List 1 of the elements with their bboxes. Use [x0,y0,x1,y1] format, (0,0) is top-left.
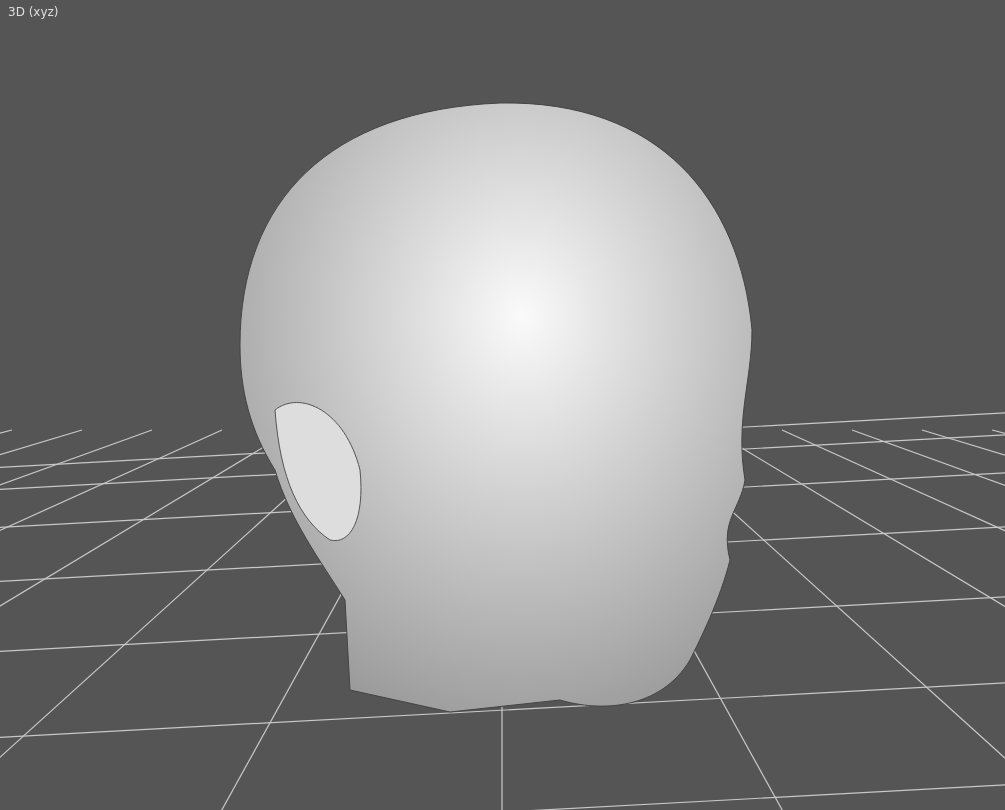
viewport-label: 3D (xyz) [8,5,59,19]
